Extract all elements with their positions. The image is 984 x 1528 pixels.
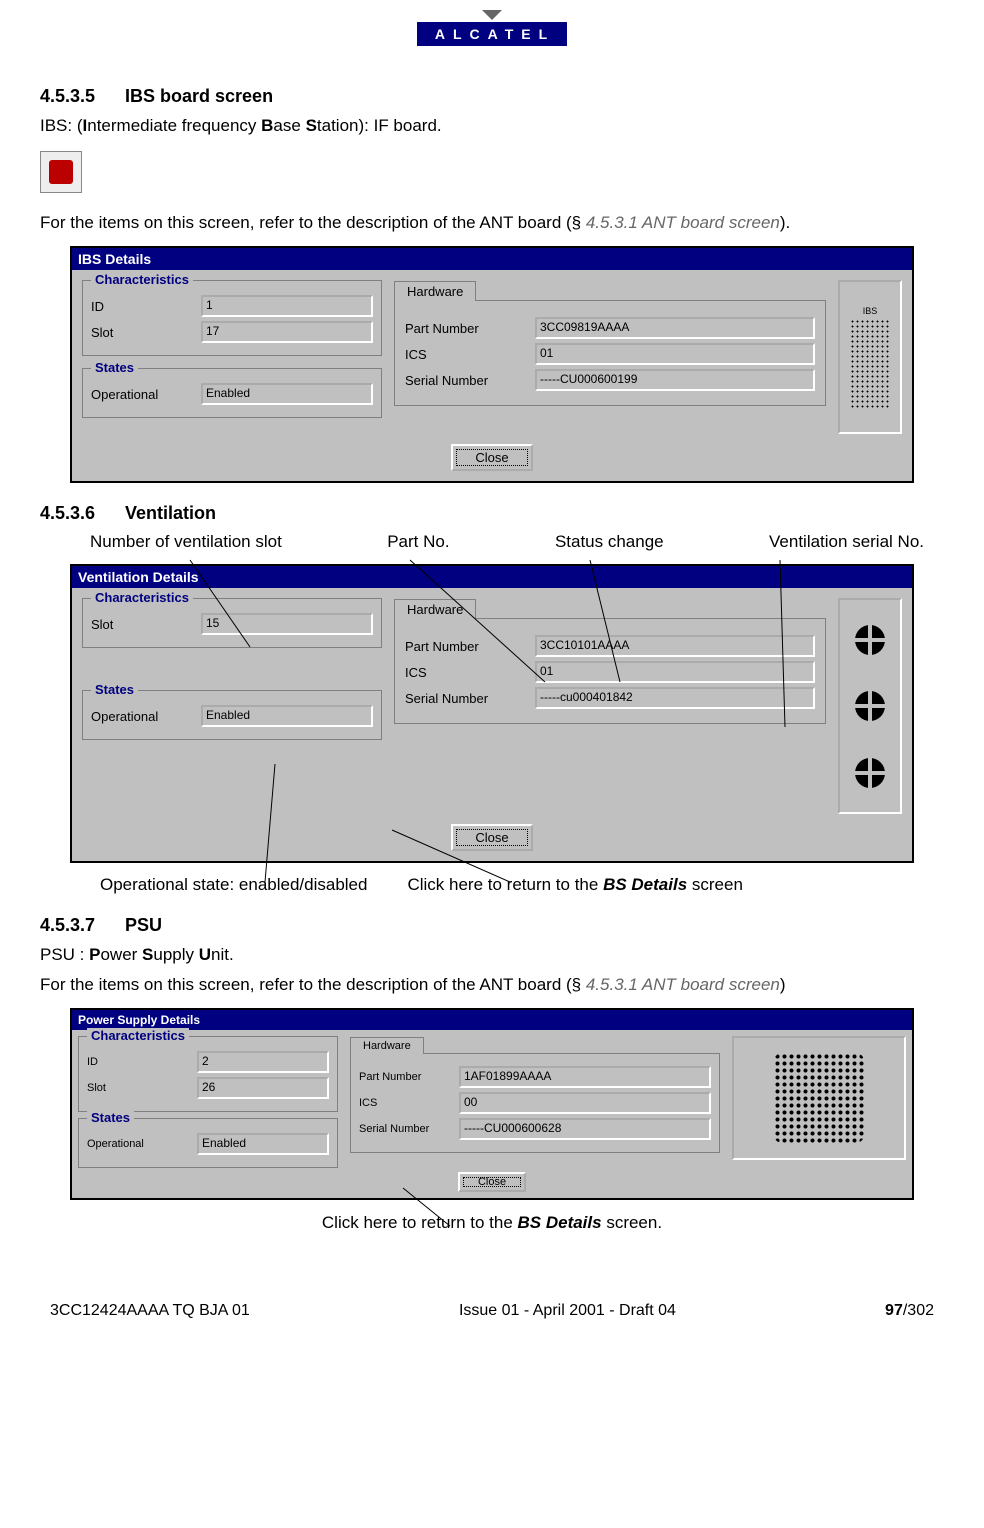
ibs-slot-label: Slot <box>91 325 201 340</box>
ibs-definition: IBS: (Intermediate frequency Base Statio… <box>40 115 944 137</box>
fan-icon <box>855 625 885 655</box>
vent-slot-field[interactable]: 15 <box>201 613 373 635</box>
psu-sn-field[interactable]: -----CU000600628 <box>459 1118 711 1140</box>
vent-states-group: States OperationalEnabled <box>82 690 382 740</box>
psu-dialog-title: Power Supply Details <box>72 1010 912 1030</box>
vent-hardware-tab[interactable]: Hardware <box>394 599 476 619</box>
psu-id-field[interactable]: 2 <box>197 1051 329 1073</box>
ibs-dialog-title: IBS Details <box>72 248 912 270</box>
ibs-hardware-tab[interactable]: Hardware <box>394 281 476 301</box>
ibs-characteristics-group: Characteristics ID1 Slot17 <box>82 280 382 356</box>
vent-dialog-title: Ventilation Details <box>72 566 912 588</box>
section-heading-psu: 4.5.3.7 PSU <box>40 915 944 936</box>
psu-board-icon <box>732 1036 906 1160</box>
psu-slot-field[interactable]: 26 <box>197 1077 329 1099</box>
psu-characteristics-group: Characteristics ID2 Slot26 <box>78 1036 338 1112</box>
section-heading-ventilation: 4.5.3.6 Ventilation <box>40 503 944 524</box>
vent-pn-field[interactable]: 3CC10101AAAA <box>535 635 815 657</box>
ibs-op-label: Operational <box>91 387 201 402</box>
psu-id-label: ID <box>87 1056 197 1068</box>
anno-close-hint: Click here to return to the BS Details s… <box>407 875 742 895</box>
vent-op-field[interactable]: Enabled <box>201 705 373 727</box>
ibs-pn-label: Part Number <box>405 321 535 336</box>
psu-refer-text: For the items on this screen, refer to t… <box>40 974 944 996</box>
vent-characteristics-group: Characteristics Slot15 <box>82 598 382 648</box>
psu-sn-label: Serial Number <box>359 1123 459 1135</box>
vent-sn-label: Serial Number <box>405 691 535 706</box>
fan-icon <box>855 758 885 788</box>
ibs-details-dialog: IBS Details Characteristics ID1 Slot17 S… <box>70 246 914 483</box>
ibs-small-icon <box>40 151 82 193</box>
psu-hardware-panel: Part Number1AF01899AAAA ICS00 Serial Num… <box>350 1053 720 1153</box>
vent-ics-field[interactable]: 01 <box>535 661 815 683</box>
ibs-ics-field[interactable]: 01 <box>535 343 815 365</box>
ibs-ics-label: ICS <box>405 347 535 362</box>
ibs-hardware-panel: Part Number3CC09819AAAA ICS01 Serial Num… <box>394 300 826 406</box>
psu-slot-label: Slot <box>87 1082 197 1094</box>
psu-ics-label: ICS <box>359 1097 459 1109</box>
psu-close-button[interactable]: Close <box>458 1172 526 1192</box>
ibs-pn-field[interactable]: 3CC09819AAAA <box>535 317 815 339</box>
vent-sn-field[interactable]: -----cu000401842 <box>535 687 815 709</box>
brand-header: ALCATEL <box>0 0 984 66</box>
vent-hardware-panel: Part Number3CC10101AAAA ICS01 Serial Num… <box>394 618 826 724</box>
psu-hardware-tab[interactable]: Hardware <box>350 1037 424 1054</box>
brand-triangle-icon <box>482 10 502 20</box>
psu-ics-field[interactable]: 00 <box>459 1092 711 1114</box>
anno-part-no: Part No. <box>387 532 449 552</box>
ibs-sn-field[interactable]: -----CU000600199 <box>535 369 815 391</box>
anno-vent-slot: Number of ventilation slot <box>90 532 282 552</box>
psu-states-group: States OperationalEnabled <box>78 1118 338 1168</box>
anno-status-change: Status change <box>555 532 664 552</box>
vent-top-annotations: Number of ventilation slot Part No. Stat… <box>90 532 924 552</box>
fan-icon <box>855 691 885 721</box>
ibs-sn-label: Serial Number <box>405 373 535 388</box>
ibs-id-field[interactable]: 1 <box>201 295 373 317</box>
ibs-board-icon: IBS <box>838 280 902 434</box>
vent-op-label: Operational <box>91 709 201 724</box>
ibs-slot-field[interactable]: 17 <box>201 321 373 343</box>
ventilation-details-dialog: Ventilation Details Characteristics Slot… <box>70 564 914 863</box>
vent-bottom-annotations: Operational state: enabled/disabled Clic… <box>70 875 914 895</box>
vent-close-button[interactable]: Close <box>451 824 532 851</box>
brand-name: ALCATEL <box>417 22 567 46</box>
page-footer: 3CC12424AAAA TQ BJA 01 Issue 01 - April … <box>40 1242 944 1340</box>
psu-close-hint: Click here to return to the BS Details s… <box>40 1212 944 1234</box>
psu-pn-label: Part Number <box>359 1071 459 1083</box>
psu-pn-field[interactable]: 1AF01899AAAA <box>459 1066 711 1088</box>
ibs-close-button[interactable]: Close <box>451 444 532 471</box>
ibs-states-group: States OperationalEnabled <box>82 368 382 418</box>
ibs-op-field[interactable]: Enabled <box>201 383 373 405</box>
psu-op-label: Operational <box>87 1138 197 1150</box>
anno-serial-no: Ventilation serial No. <box>769 532 924 552</box>
footer-page: 97/302 <box>885 1302 934 1320</box>
ibs-refer-text: For the items on this screen, refer to t… <box>40 212 944 234</box>
vent-slot-label: Slot <box>91 617 201 632</box>
anno-op-state: Operational state: enabled/disabled <box>100 875 367 895</box>
vent-ics-label: ICS <box>405 665 535 680</box>
footer-issue: Issue 01 - April 2001 - Draft 04 <box>459 1302 676 1320</box>
psu-details-dialog: Power Supply Details Characteristics ID2… <box>70 1008 914 1200</box>
vent-pn-label: Part Number <box>405 639 535 654</box>
section-heading-ibs: 4.5.3.5 IBS board screen <box>40 86 944 107</box>
footer-doc-id: 3CC12424AAAA TQ BJA 01 <box>50 1302 250 1320</box>
psu-op-field[interactable]: Enabled <box>197 1133 329 1155</box>
psu-definition: PSU : Power Supply Unit. <box>40 944 944 966</box>
ventilation-board-icon <box>838 598 902 814</box>
ibs-id-label: ID <box>91 299 201 314</box>
